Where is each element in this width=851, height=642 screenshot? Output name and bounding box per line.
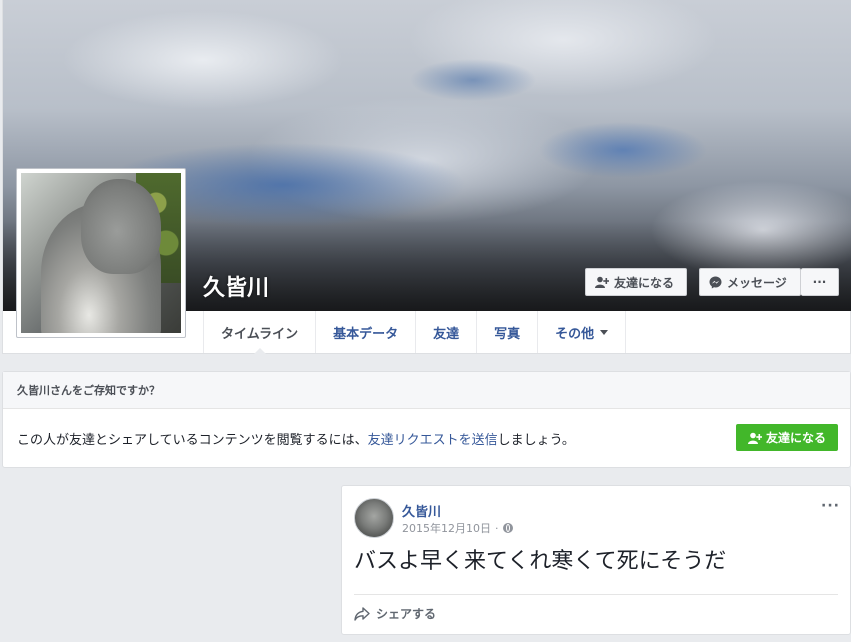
message-label: メッセージ [727,275,787,290]
do-you-know-body: この人が友達とシェアしているコンテンツを閲覧するには、 友達リクエストを送信 し… [3,409,850,467]
profile-picture-image [21,173,181,333]
post-date[interactable]: 2015年12月10日 [402,520,491,536]
tab-photos[interactable]: 写真 [476,311,537,353]
meta-separator: · [495,521,499,535]
messenger-icon [709,276,722,288]
add-friend-icon [595,276,609,288]
add-friend-green-label: 友達になる [765,431,826,445]
add-friend-label: 友達になる [614,275,675,290]
globe-icon[interactable] [502,523,513,533]
send-friend-request-link[interactable]: 友達リクエストを送信 [368,429,498,448]
tab-label: 写真 [494,326,521,342]
tab-label: タイムライン [221,326,299,342]
tab-more[interactable]: その他 [537,311,627,353]
do-you-know-text-before: この人が友達とシェアしているコンテンツを閲覧するには、 [17,432,368,448]
profile-tabs: タイムライン 基本データ 友達 写真 その他 [203,311,627,354]
post-author-avatar[interactable] [354,498,394,538]
add-friend-green-button[interactable]: 友達になる [736,424,838,451]
share-button[interactable]: シェアする [354,605,436,622]
do-you-know-heading: 久皆川さんをご存知ですか？ [3,372,850,409]
tab-label: その他 [555,326,595,342]
tab-label: 友達 [433,326,460,342]
post-divider [354,594,838,595]
post-menu-icon[interactable]: ··· [821,498,840,514]
post-meta: 2015年12月10日 · [402,520,513,536]
cat-head [81,179,161,274]
timeline-post: 久皆川 2015年12月10日 · ··· バスよ早く来てくれ寒くて死にそうだ … [341,485,851,635]
tab-timeline[interactable]: タイムライン [203,311,315,354]
profile-picture[interactable] [16,168,186,338]
tab-about[interactable]: 基本データ [315,311,415,353]
tab-friends[interactable]: 友達 [415,311,476,353]
share-label: シェアする [376,607,437,621]
message-button[interactable]: メッセージ [699,268,801,296]
more-options-button[interactable]: ··· [801,268,839,296]
add-friend-button[interactable]: 友達になる [585,268,687,296]
do-you-know-box: 久皆川さんをご存知ですか？ この人が友達とシェアしているコンテンツを閲覧するには… [2,371,851,468]
share-arrow-icon [354,606,370,621]
do-you-know-text-after: しましょう。 [497,432,575,448]
post-author-name[interactable]: 久皆川 [402,501,441,520]
add-friend-icon [747,432,762,444]
post-text: バスよ早く来てくれ寒くて死にそうだ [354,549,727,574]
more-dots-icon: ··· [812,275,827,289]
profile-name[interactable]: 久皆川 [203,270,269,302]
caret-down-icon [600,329,609,335]
tab-label: 基本データ [333,326,399,342]
